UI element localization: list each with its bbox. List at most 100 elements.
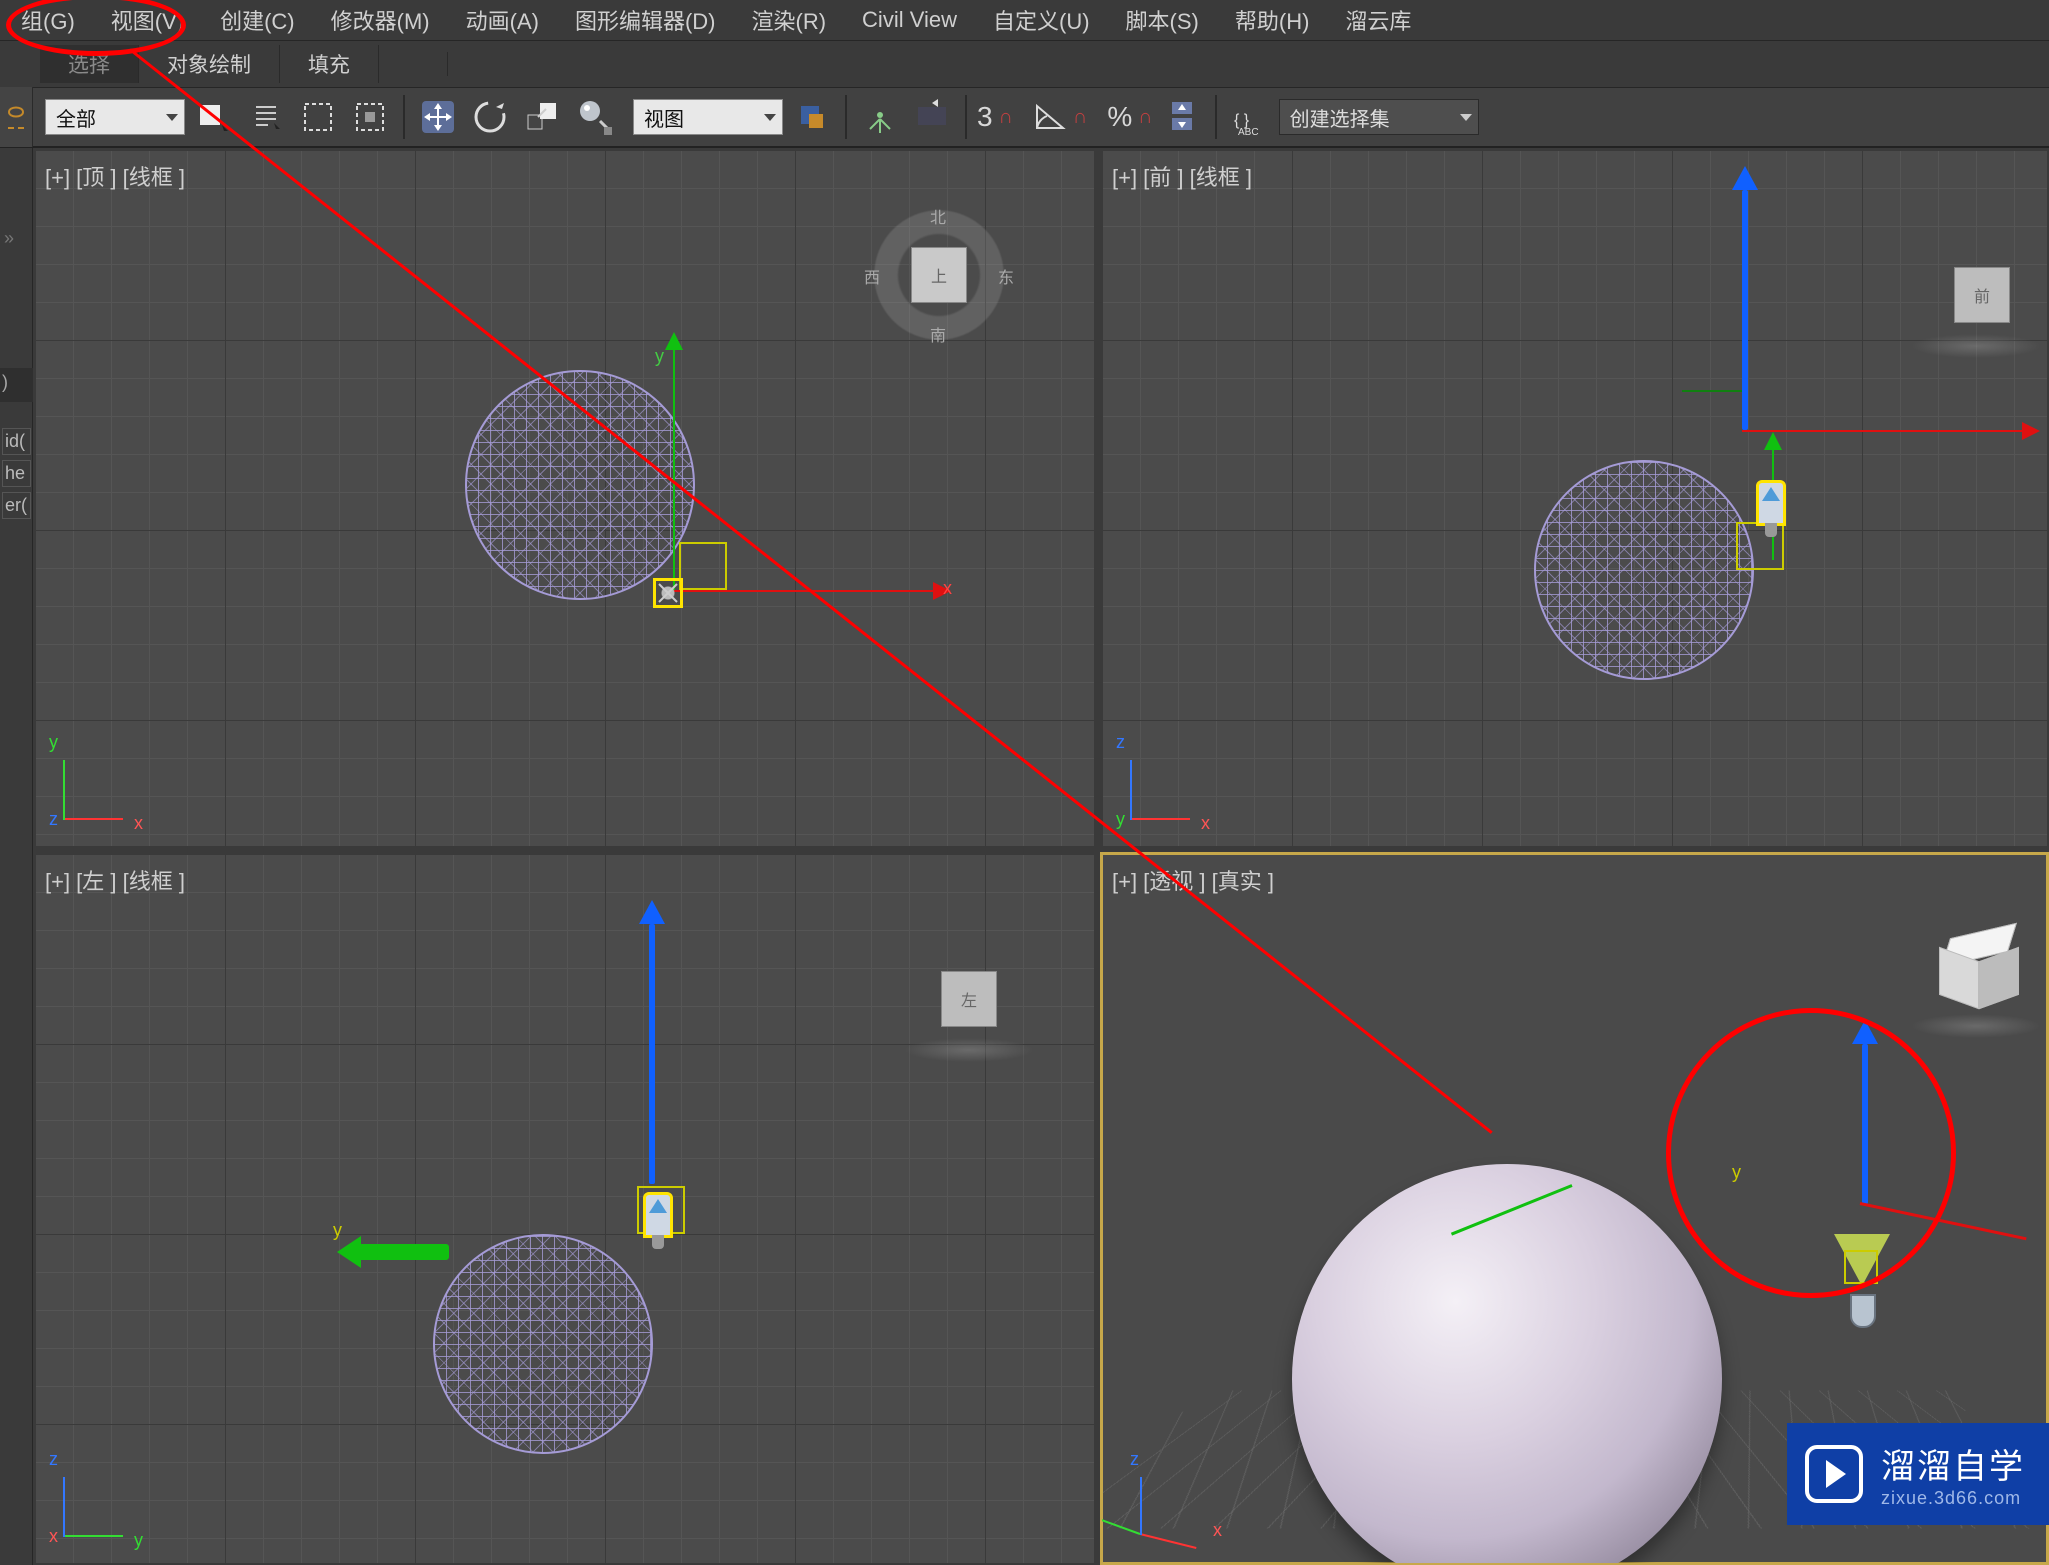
geosphere-object[interactable] bbox=[1292, 1164, 1722, 1565]
magnet-icon: ∩ bbox=[1073, 106, 1087, 129]
coord-system-dropdown[interactable]: 视图 bbox=[633, 99, 783, 135]
compass-south: 南 bbox=[930, 322, 946, 346]
ribbon-tab-select[interactable]: 选择 bbox=[40, 45, 139, 83]
watermark-url: zixue.3d66.com bbox=[1881, 1488, 2025, 1509]
menu-bar: 组(G) 视图(V) 创建(C) 修改器(M) 动画(A) 图形编辑器(D) 渲… bbox=[0, 0, 2049, 40]
menu-render[interactable]: 渲染(R) bbox=[734, 0, 845, 42]
ribbon-dropdown-icon[interactable] bbox=[391, 52, 448, 76]
placement-button[interactable] bbox=[571, 94, 617, 140]
ribbon-tab-objectpaint[interactable]: 对象绘制 bbox=[139, 45, 280, 83]
menu-liuyunku[interactable]: 溜云库 bbox=[1327, 0, 1429, 42]
axis-label-x: x bbox=[1201, 813, 1210, 834]
viewcube[interactable]: 上 北 南 东 西 bbox=[894, 230, 984, 320]
menu-modifiers[interactable]: 修改器(M) bbox=[313, 0, 448, 42]
viewcube-face[interactable]: 上 bbox=[911, 247, 967, 303]
selection-filter-dropdown[interactable]: 全部 bbox=[45, 99, 185, 135]
axis-label-y: y bbox=[134, 1530, 143, 1551]
axis-label-x: x bbox=[49, 1526, 58, 1547]
chevron-down-icon bbox=[764, 114, 776, 121]
menu-help[interactable]: 帮助(H) bbox=[1217, 0, 1328, 42]
axis-tripod: z y x bbox=[1122, 738, 1212, 828]
compass-east: 东 bbox=[998, 264, 1014, 288]
select-by-name-button[interactable] bbox=[243, 94, 289, 140]
selection-filter-value: 全部 bbox=[56, 103, 96, 132]
selection-set-dropdown[interactable]: 创建选择集 bbox=[1279, 99, 1479, 135]
viewcube-face[interactable]: 左 bbox=[941, 971, 997, 1027]
scene-explorer-panel: » ) id( he er( bbox=[0, 148, 33, 1565]
named-selection-set-button[interactable]: { }ABC bbox=[1227, 94, 1273, 140]
chevron-down-icon bbox=[1460, 114, 1472, 121]
svg-text:ABC: ABC bbox=[1238, 127, 1259, 137]
viewport-label[interactable]: [+] [左 ] [线框 ] bbox=[45, 864, 185, 896]
axis-label-z: z bbox=[49, 1449, 58, 1470]
list-item[interactable]: er( bbox=[2, 492, 31, 519]
pivot-center-button[interactable] bbox=[789, 94, 835, 140]
viewcube-plate bbox=[1911, 1014, 2041, 1038]
gizmo-xy-plane[interactable] bbox=[679, 542, 727, 590]
menu-script[interactable]: 脚本(S) bbox=[1108, 0, 1217, 42]
viewcube-face[interactable]: 前 bbox=[1954, 267, 2010, 323]
menu-civilview[interactable]: Civil View bbox=[844, 1, 975, 39]
coord-system-value: 视图 bbox=[644, 103, 684, 132]
move-button[interactable] bbox=[415, 94, 461, 140]
compass-west: 西 bbox=[864, 264, 880, 288]
menu-view[interactable]: 视图(V) bbox=[93, 0, 202, 42]
viewcube[interactable]: 左 bbox=[924, 954, 1014, 1044]
spinner-snap-button[interactable] bbox=[1159, 94, 1205, 140]
percent-snap-button[interactable]: % ∩ bbox=[1107, 101, 1152, 133]
rect-marquee-button[interactable] bbox=[295, 94, 341, 140]
watermark-name: 溜溜自学 bbox=[1881, 1439, 2025, 1488]
viewport-label[interactable]: [+] [前 ] [线框 ] bbox=[1112, 160, 1252, 192]
list-item[interactable]: he bbox=[2, 460, 31, 487]
selection-set-value: 创建选择集 bbox=[1290, 103, 1390, 132]
gizmo-plane[interactable] bbox=[1844, 1250, 1878, 1284]
light-object[interactable] bbox=[1756, 480, 1786, 526]
geosphere-object[interactable] bbox=[433, 1234, 653, 1454]
viewcube[interactable] bbox=[1929, 924, 2029, 1024]
toolbar-separator bbox=[1215, 95, 1217, 139]
gizmo-y-axis[interactable] bbox=[673, 350, 675, 590]
object-selection-marker[interactable] bbox=[653, 578, 683, 608]
viewcube[interactable]: 前 bbox=[1937, 250, 2027, 340]
axis-label-z: z bbox=[1130, 1449, 1139, 1470]
light-object[interactable] bbox=[643, 1192, 673, 1238]
axis-label-z: z bbox=[49, 809, 58, 830]
viewport-label[interactable]: [+] [透视 ] [真实 ] bbox=[1112, 864, 1274, 896]
axis-label-y: y bbox=[655, 346, 664, 367]
panel-header: ) bbox=[0, 368, 33, 402]
viewport-label[interactable]: [+] [顶 ] [线框 ] bbox=[45, 160, 185, 192]
magnet-icon: ∩ bbox=[1138, 106, 1152, 129]
menu-animation[interactable]: 动画(A) bbox=[448, 0, 557, 42]
angle-snap-button[interactable]: ∩ bbox=[1033, 102, 1087, 132]
viewport-left[interactable]: [+] [左 ] [线框 ] 左 y z x y bbox=[33, 852, 1096, 1565]
menu-create[interactable]: 创建(C) bbox=[202, 0, 313, 42]
geosphere-object[interactable] bbox=[465, 370, 695, 600]
viewport-front[interactable]: [+] [前 ] [线框 ] 前 z y x bbox=[1100, 148, 2049, 848]
toolbar-separator bbox=[403, 95, 405, 139]
keyboard-shortcut-toggle[interactable] bbox=[909, 94, 955, 140]
rotate-button[interactable] bbox=[467, 94, 513, 140]
light-base-icon bbox=[1850, 1294, 1876, 1328]
axis-label-x: x bbox=[943, 578, 952, 599]
geosphere-object[interactable] bbox=[1534, 460, 1754, 680]
toolbar-separator bbox=[965, 95, 967, 139]
window-crossing-button[interactable] bbox=[347, 94, 393, 140]
snap-3d-button[interactable]: 3 ∩ bbox=[977, 101, 1013, 133]
select-object-button[interactable] bbox=[191, 94, 237, 140]
menu-group[interactable]: 组(G) bbox=[15, 0, 93, 42]
viewcube-plate bbox=[904, 1038, 1034, 1062]
viewport-top[interactable]: [+] [顶 ] [线框 ] 上 北 南 东 西 y x y bbox=[33, 148, 1096, 848]
gizmo-x-axis[interactable] bbox=[673, 590, 933, 592]
list-item[interactable]: id( bbox=[2, 428, 31, 455]
ribbon-tab-populate[interactable]: 填充 bbox=[280, 45, 379, 83]
viewport-container: [+] [顶 ] [线框 ] 上 北 南 东 西 y x y bbox=[33, 148, 2049, 1565]
collapse-chevron-icon[interactable]: » bbox=[4, 228, 14, 249]
scale-button[interactable] bbox=[519, 94, 565, 140]
gizmo-z-axis[interactable] bbox=[1862, 1044, 1868, 1204]
toolbar-side-handle[interactable] bbox=[0, 87, 33, 147]
menu-customize[interactable]: 自定义(U) bbox=[975, 0, 1108, 42]
menu-grapheditors[interactable]: 图形编辑器(D) bbox=[557, 0, 734, 42]
viewcube-plate bbox=[1911, 334, 2041, 358]
manipulate-button[interactable] bbox=[857, 94, 903, 140]
axis-tripod: z x bbox=[1130, 1455, 1220, 1545]
